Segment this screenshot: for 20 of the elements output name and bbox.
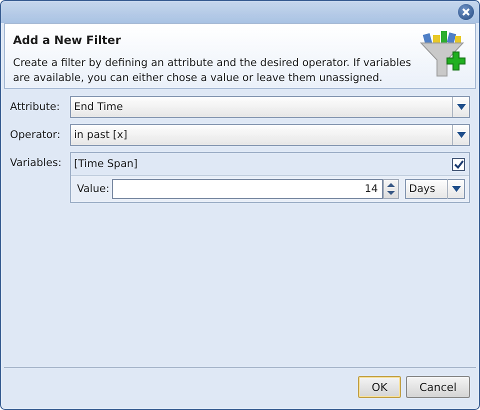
description-text: Create a filter by defining an attribute and the desired operator. If variables are available, you can either chose a value or leave them unassigned. <box>13 56 412 86</box>
value-field[interactable]: 14 <box>112 179 383 199</box>
close-icon <box>462 8 470 16</box>
close-button[interactable] <box>458 4 474 20</box>
dropdown[interactable]: End Time <box>70 96 470 118</box>
dropdown[interactable]: in past [x] <box>70 124 470 146</box>
value-label: Value: <box>77 183 110 195</box>
spinner[interactable] <box>383 179 399 199</box>
unit-dropdown[interactable]: Days <box>405 179 465 199</box>
field-label: Operator: <box>10 128 62 143</box>
caret-icon <box>456 132 466 138</box>
dialog-button[interactable]: OK <box>358 376 401 398</box>
field-label: Attribute: <box>10 100 61 115</box>
caret-icon <box>456 104 466 110</box>
checkbox[interactable] <box>452 158 465 170</box>
field-label: Variables: <box>10 156 63 171</box>
variable-name: [Time Span] <box>74 158 139 170</box>
dialog-button[interactable]: Cancel <box>406 376 470 398</box>
caret-icon <box>452 186 460 192</box>
dialog-title: Add a New Filter <box>13 33 122 47</box>
